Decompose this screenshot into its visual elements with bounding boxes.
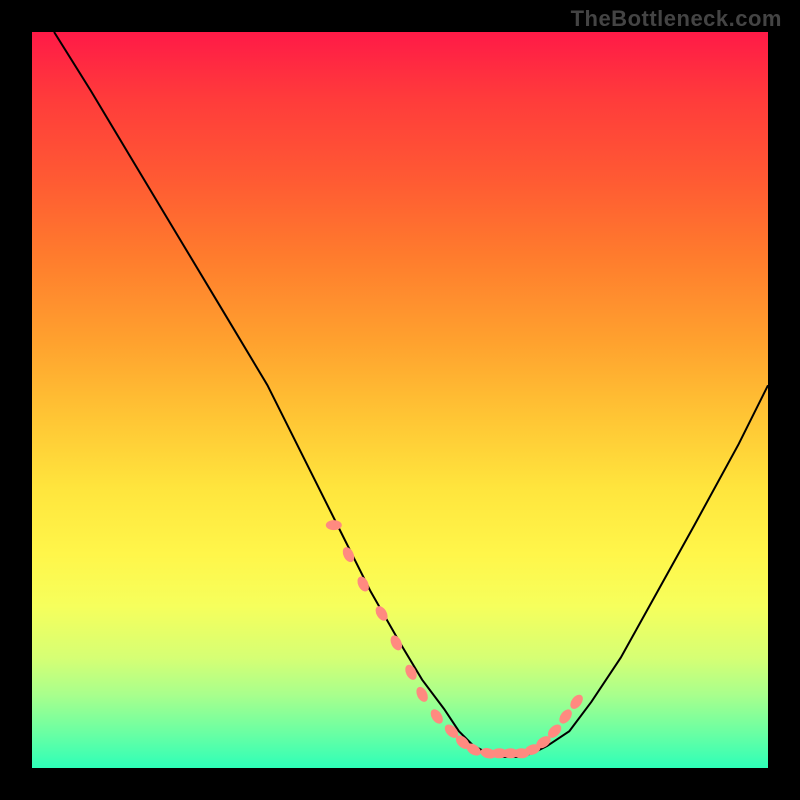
chart-svg	[32, 32, 768, 768]
chart-frame: TheBottleneck.com	[0, 0, 800, 800]
marker-point	[340, 545, 356, 564]
marker-point	[355, 575, 371, 594]
marker-point	[557, 707, 575, 726]
plot-area	[32, 32, 768, 768]
marker-group	[326, 520, 586, 760]
marker-point	[568, 692, 586, 711]
marker-point	[428, 707, 445, 726]
marker-point	[388, 634, 404, 653]
marker-point	[326, 520, 342, 530]
curve-path	[54, 32, 768, 757]
watermark-text: TheBottleneck.com	[571, 6, 782, 32]
